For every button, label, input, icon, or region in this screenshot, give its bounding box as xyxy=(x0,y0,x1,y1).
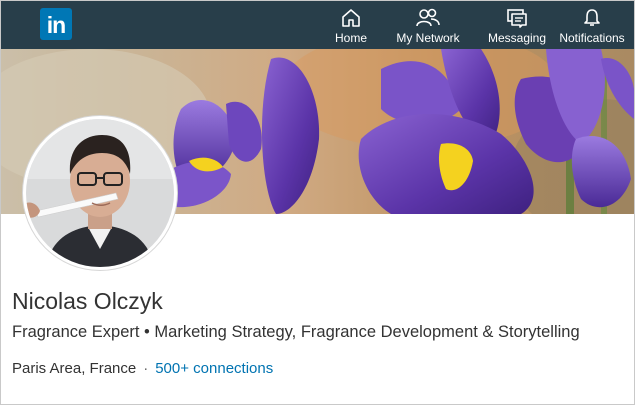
profile-name: Nicolas Olczyk xyxy=(12,288,163,314)
nav-notifications-label: Notifications xyxy=(559,31,625,45)
home-icon xyxy=(342,9,360,27)
nav-home-label: Home xyxy=(334,31,367,45)
nav-my-network-label: My Network xyxy=(396,31,460,45)
connections-link[interactable]: 500+ connections xyxy=(155,360,273,377)
messaging-icon xyxy=(507,9,527,28)
profile-meta-row: Paris Area, France · 500+ connections xyxy=(12,360,273,377)
top-nav-bar: in Home My Network Messaging Notificatio… xyxy=(1,1,634,49)
nav-messaging[interactable]: Messaging xyxy=(485,1,549,49)
meta-separator: · xyxy=(143,360,149,377)
linkedin-logo[interactable]: in xyxy=(40,8,72,40)
nav-notifications[interactable]: Notifications xyxy=(557,1,627,49)
profile-headline: Fragrance Expert • Marketing Strategy, F… xyxy=(12,323,580,341)
nav-my-network[interactable]: My Network xyxy=(391,1,465,49)
profile-photo-portrait xyxy=(26,119,174,267)
network-icon xyxy=(416,8,440,27)
profile-window: in Home My Network Messaging Notificatio… xyxy=(0,0,635,405)
nav-messaging-label: Messaging xyxy=(487,31,547,45)
nav-home[interactable]: Home xyxy=(327,1,375,49)
profile-photo[interactable] xyxy=(23,116,177,270)
bell-icon xyxy=(584,9,600,26)
profile-location: Paris Area, France xyxy=(12,360,137,377)
